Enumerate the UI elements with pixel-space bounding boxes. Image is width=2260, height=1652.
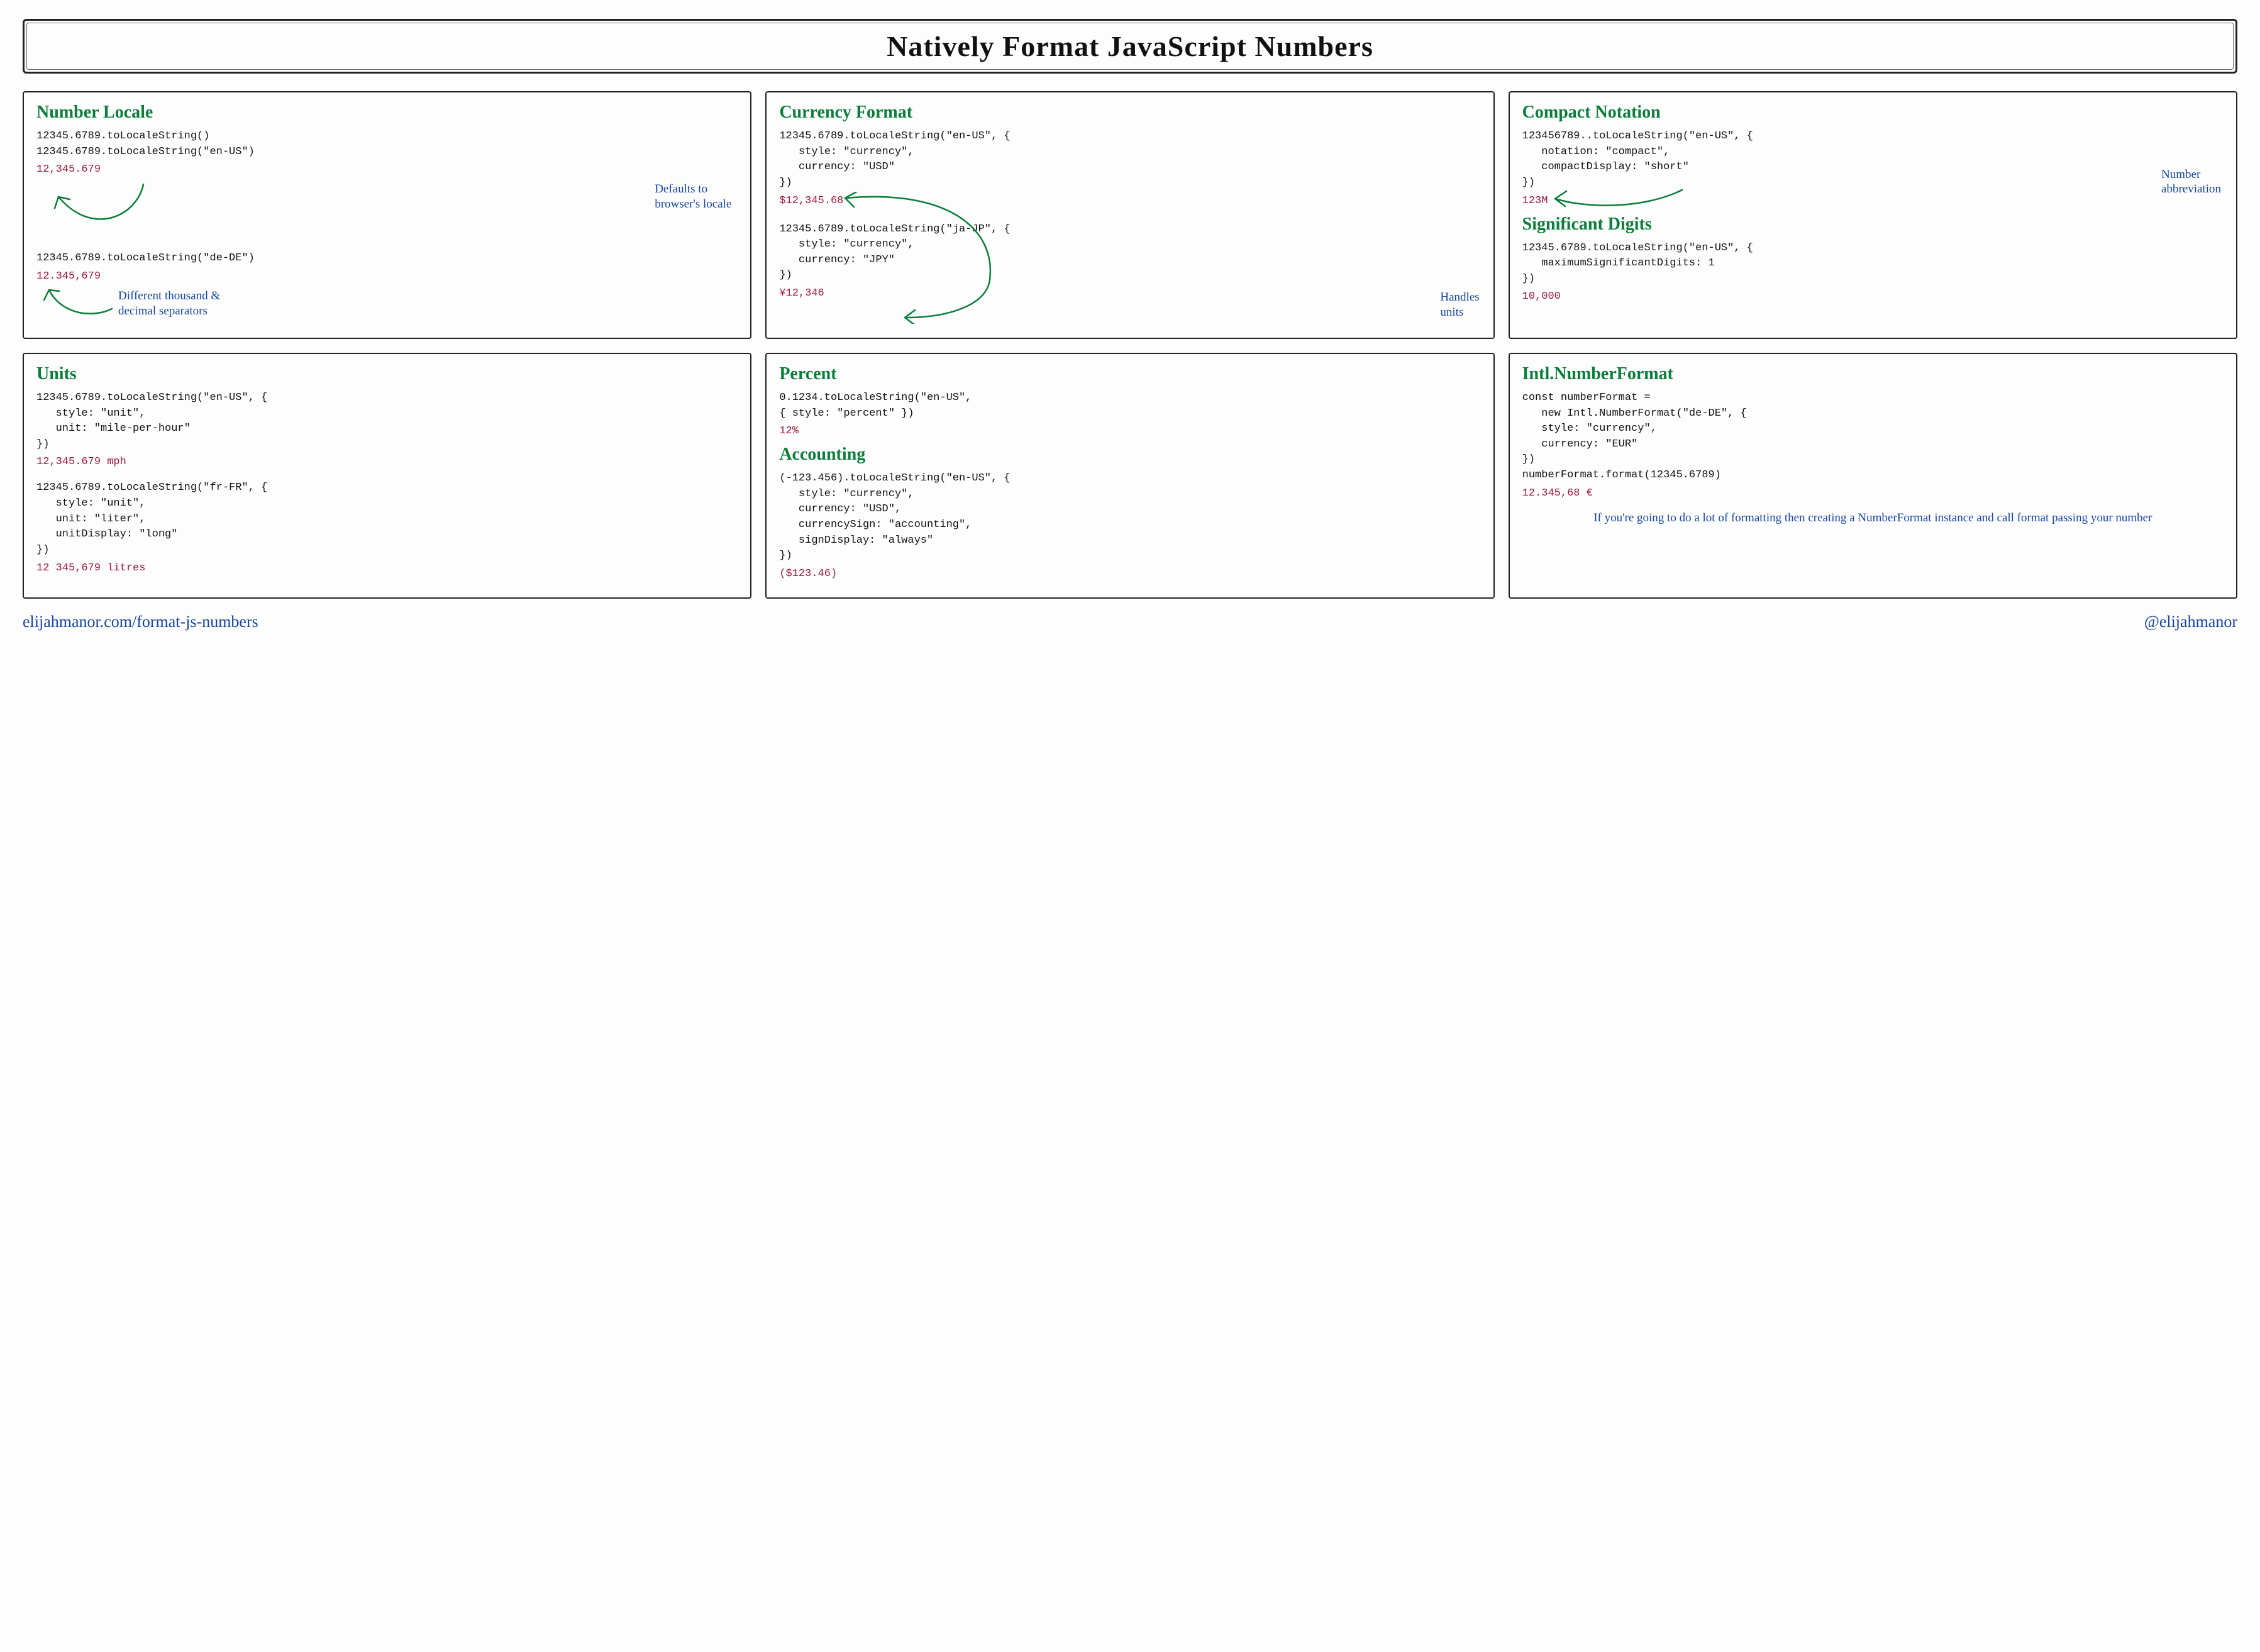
arrow-icon (36, 284, 118, 321)
result-text: 12,345.679 mph (36, 456, 738, 468)
card-number-locale: Number Locale 12345.6789.toLocaleString(… (23, 91, 751, 339)
result-text: 12,345.679 (36, 164, 738, 175)
code-block: 0.1234.toLocaleString("en-US", { style: … (779, 391, 1480, 421)
code-block: 12345.6789.toLocaleString("de-DE") (36, 251, 738, 267)
card-currency-format: Currency Format 12345.6789.toLocaleStrin… (765, 91, 1494, 339)
annotation-text: Handles units (1440, 290, 1479, 320)
card-heading: Number Locale (36, 103, 738, 123)
card-heading: Intl.NumberFormat (1522, 364, 2224, 384)
arrow-icon (1550, 184, 1688, 215)
annotation-text: Number abbreviation (2161, 167, 2221, 197)
result-text: 12.345,68 € (1522, 487, 2224, 499)
code-block: (-123.456).toLocaleString("en-US", { sty… (779, 471, 1480, 564)
code-block: 12345.6789.toLocaleString("en-US", { max… (1522, 241, 2224, 287)
card-heading: Compact Notation (1522, 103, 2224, 123)
footer: elijahmanor.com/format-js-numbers @elija… (23, 613, 2237, 631)
card-intl-numberformat: Intl.NumberFormat const numberFormat = n… (1509, 353, 2237, 599)
card-heading: Percent (779, 364, 1480, 384)
title-container: Natively Format JavaScript Numbers (23, 19, 2237, 74)
card-percent-accounting: Percent 0.1234.toLocaleString("en-US", {… (765, 353, 1494, 599)
annotation-text: Defaults to browser's locale (655, 182, 731, 212)
code-block: 12345.6789.toLocaleString("fr-FR", { sty… (36, 480, 738, 558)
card-heading: Units (36, 364, 738, 384)
arrow-icon (43, 178, 150, 247)
result-text: 10,000 (1522, 291, 2224, 302)
code-block: const numberFormat = new Intl.NumberForm… (1522, 391, 2224, 484)
card-heading: Currency Format (779, 103, 1480, 123)
page-title: Natively Format JavaScript Numbers (37, 30, 2223, 63)
result-text: 12% (779, 425, 1480, 437)
result-text: 12 345,679 litres (36, 562, 738, 574)
card-subheading: Accounting (779, 445, 1480, 465)
footer-link: elijahmanor.com/format-js-numbers (23, 613, 258, 631)
card-compact-notation: Compact Notation 123456789..toLocaleStri… (1509, 91, 2237, 339)
code-block: 12345.6789.toLocaleString("en-US", { sty… (779, 129, 1480, 191)
code-block: 12345.6789.toLocaleString() 12345.6789.t… (36, 129, 738, 160)
annotation-text: If you're going to do a lot of formattin… (1522, 506, 2224, 526)
card-units: Units 12345.6789.toLocaleString("en-US",… (23, 353, 751, 599)
card-subheading: Significant Digits (1522, 214, 2224, 235)
footer-handle: @elijahmanor (2144, 613, 2237, 631)
code-block: 123456789..toLocaleString("en-US", { not… (1522, 129, 2224, 191)
code-block: 12345.6789.toLocaleString("en-US", { sty… (36, 391, 738, 453)
arrow-icon (836, 192, 999, 324)
annotation-text: Different thousand & decimal separators (118, 289, 220, 319)
cards-grid: Number Locale 12345.6789.toLocaleString(… (23, 91, 2237, 599)
result-text: ($123.46) (779, 568, 1480, 580)
result-text: 12.345,679 (36, 270, 738, 282)
